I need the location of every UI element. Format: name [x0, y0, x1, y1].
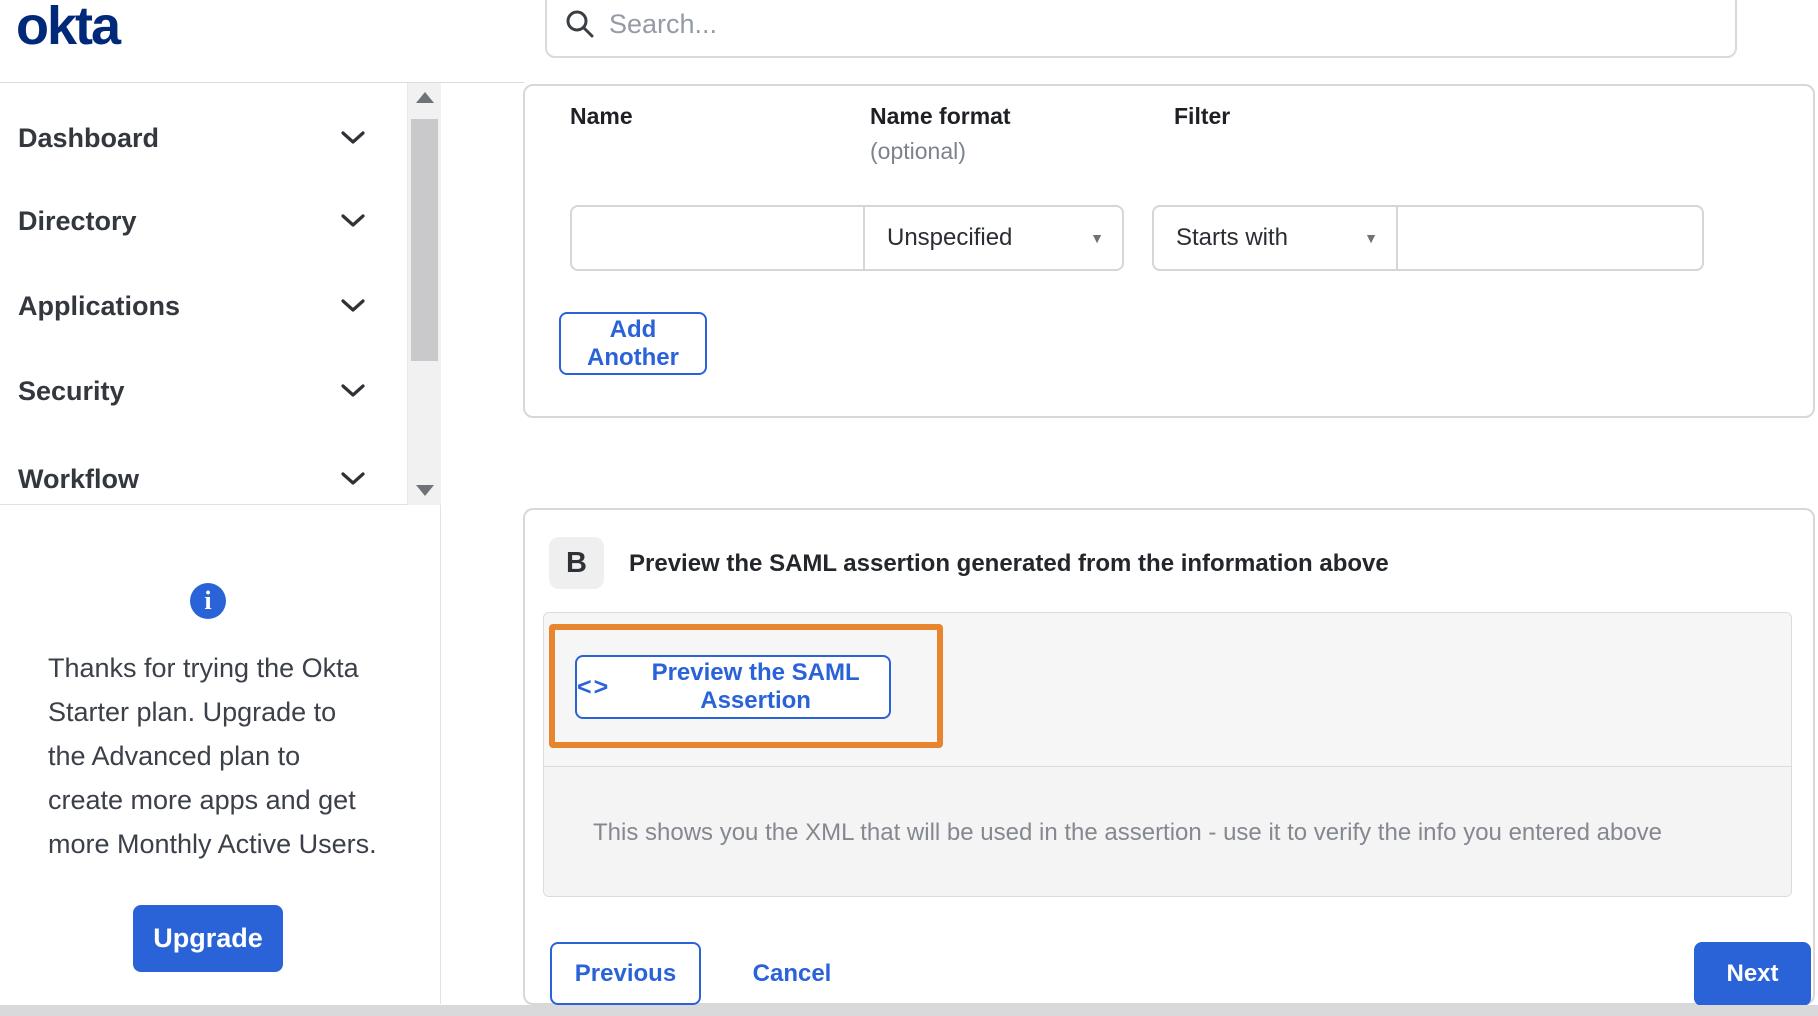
search-icon [566, 10, 594, 38]
plan-notice-line: the Advanced plan to [48, 741, 301, 771]
name-label: Name [570, 103, 633, 129]
chevron-down-icon [341, 299, 365, 312]
preview-assertion-card: B Preview the SAML assertion generated f… [523, 508, 1815, 1006]
okta-admin-app: okta Dashboard Directory Applications Se… [0, 0, 1818, 1016]
filter-label: Filter [1174, 103, 1231, 129]
next-button[interactable]: Next [1694, 942, 1811, 1006]
chevron-down-icon [341, 131, 365, 144]
sidebar-nav: Dashboard Directory Applications Securit… [0, 83, 441, 505]
search-input[interactable] [609, 8, 1609, 40]
sidebar-item-label: Applications [18, 290, 181, 321]
step-b-badge: B [549, 537, 604, 589]
plan-notice-text: Thanks for trying the Okta Starter plan.… [48, 646, 393, 866]
sidebar-item-label: Directory [18, 205, 137, 236]
info-icon: i [190, 583, 226, 619]
sidebar-scrollbar[interactable] [407, 83, 441, 505]
upgrade-button[interactable]: Upgrade [133, 905, 283, 972]
scroll-up-icon[interactable] [415, 92, 434, 103]
scroll-down-icon[interactable] [415, 485, 434, 496]
sidebar-item-label: Workflow [18, 463, 139, 494]
filter-type-select[interactable]: Starts with ▼ [1152, 205, 1398, 271]
add-another-button[interactable]: Add Another [559, 312, 707, 375]
preview-description-text: This shows you the XML that will be used… [593, 818, 1663, 846]
plan-notice-line: Thanks for trying the Okta [48, 653, 359, 683]
sidebar-item-directory[interactable]: Directory [18, 204, 365, 238]
filter-value-input[interactable] [1396, 205, 1704, 271]
name-combo: Unspecified ▼ [570, 205, 1124, 271]
name-format-optional-label: (optional) [870, 138, 966, 164]
previous-button[interactable]: Previous [550, 942, 701, 1005]
plan-notice-line: Starter plan. Upgrade to [48, 697, 337, 727]
preview-panel-description: This shows you the XML that will be used… [544, 766, 1791, 896]
sidebar-item-applications[interactable]: Applications [18, 289, 365, 323]
name-format-select[interactable]: Unspecified ▼ [863, 205, 1124, 271]
filter-combo: Starts with ▼ [1152, 205, 1704, 271]
name-format-label: Name format [870, 103, 1011, 129]
chevron-down-icon [341, 214, 365, 227]
sidebar-item-dashboard[interactable]: Dashboard [18, 121, 365, 155]
preview-saml-assertion-button[interactable]: <> Preview the SAML Assertion [575, 655, 891, 719]
sidebar: Dashboard Directory Applications Securit… [0, 83, 441, 1004]
sidebar-item-label: Dashboard [18, 122, 160, 153]
plan-notice-line: create more apps and get [48, 785, 356, 815]
okta-logo: okta [16, 0, 121, 56]
name-format-value: Unspecified [887, 224, 1013, 251]
chevron-down-icon [341, 472, 365, 485]
preview-section-title: Preview the SAML assertion generated fro… [629, 550, 1389, 577]
sidebar-item-label: Security [18, 375, 125, 406]
sidebar-item-workflow[interactable]: Workflow [18, 462, 365, 496]
plan-notice-line: more Monthly Active Users. [48, 829, 377, 859]
attribute-name-input[interactable] [570, 205, 865, 271]
attribute-statement-card: Name Name format (optional) Filter Unspe… [523, 84, 1815, 418]
preview-button-label: Preview the SAML Assertion [651, 659, 860, 714]
filter-type-value: Starts with [1176, 224, 1289, 251]
global-search[interactable] [545, 0, 1737, 58]
chevron-down-icon [341, 384, 365, 397]
code-icon: <> [577, 672, 611, 701]
dropdown-arrow-icon: ▼ [1090, 230, 1104, 246]
cancel-button[interactable]: Cancel [737, 942, 847, 1005]
window-bottom-strip [0, 1005, 1818, 1016]
dropdown-arrow-icon: ▼ [1364, 230, 1378, 246]
scrollbar-thumb[interactable] [411, 119, 438, 361]
sidebar-item-security[interactable]: Security [18, 374, 365, 408]
